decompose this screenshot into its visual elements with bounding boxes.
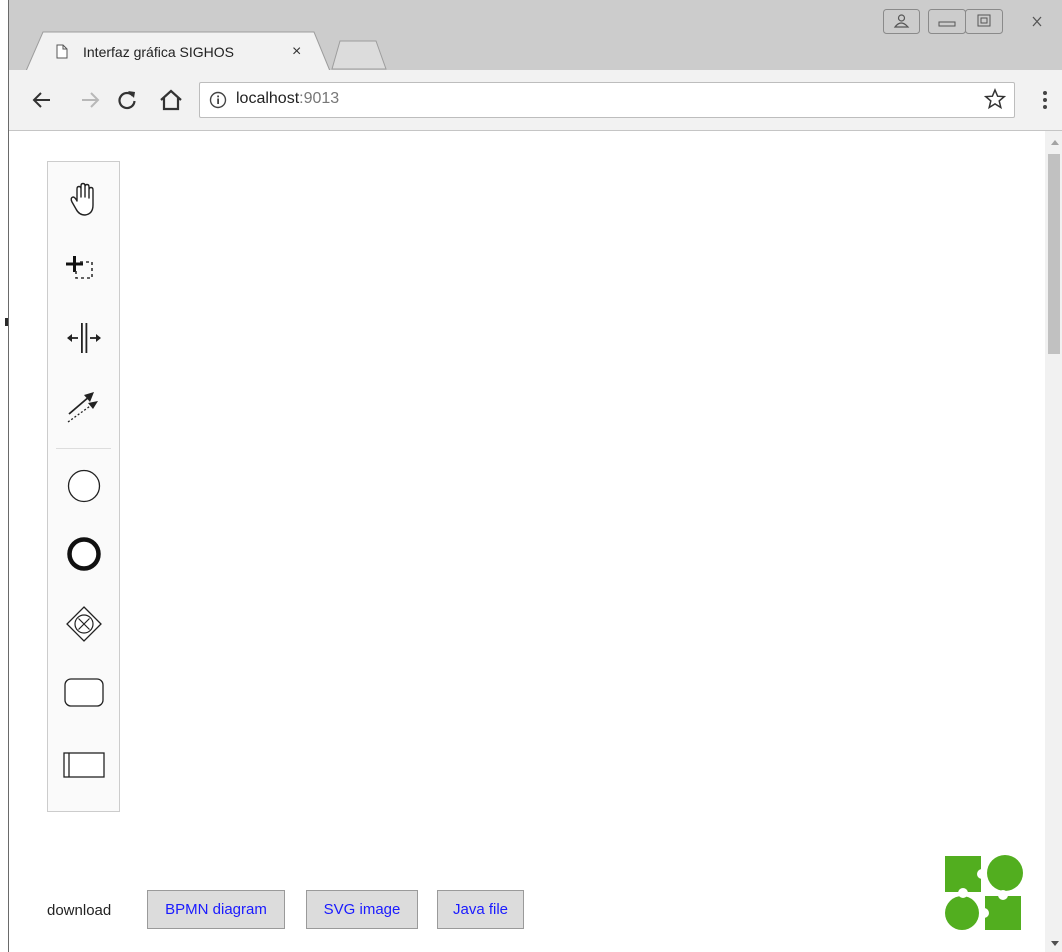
close-window-button xyxy=(1032,16,1042,27)
download-label: download xyxy=(47,902,112,919)
sighos-logo xyxy=(945,855,1023,930)
profile-button xyxy=(883,9,920,34)
page-icon xyxy=(56,44,68,59)
window-border xyxy=(8,0,9,952)
tab-close-button[interactable]: × xyxy=(292,43,301,61)
hand-icon xyxy=(70,182,94,216)
minimize-button xyxy=(928,9,966,34)
url-host: localhost xyxy=(236,90,300,107)
participant[interactable] xyxy=(60,740,108,788)
window-edge-mark xyxy=(5,318,8,326)
end-event[interactable] xyxy=(60,530,108,578)
bookmark-star-icon[interactable] xyxy=(984,88,1006,110)
scroll-down-arrow-icon[interactable] xyxy=(1050,940,1060,948)
global-connect-tool[interactable] xyxy=(60,382,108,430)
reload-icon[interactable] xyxy=(115,88,139,112)
start-event[interactable] xyxy=(60,462,108,510)
java-file-button[interactable]: Java file xyxy=(437,890,524,929)
lasso-tool[interactable] xyxy=(60,246,108,294)
palette-separator xyxy=(56,448,111,449)
hand-tool[interactable] xyxy=(60,176,108,224)
back-arrow-icon[interactable] xyxy=(30,88,54,112)
scroll-up-arrow-icon[interactable] xyxy=(1050,138,1060,146)
maximize-button xyxy=(965,9,1003,34)
svg-image-button[interactable]: SVG image xyxy=(306,890,418,929)
participant-icon xyxy=(63,752,105,778)
tab-title: Interfaz gráfica SIGHOS xyxy=(83,44,234,60)
exclusive-gateway[interactable] xyxy=(60,600,108,648)
url-text: localhost:9013 xyxy=(236,90,339,108)
url-port: :9013 xyxy=(299,90,340,107)
space-icon xyxy=(67,323,101,353)
task-icon xyxy=(64,678,104,707)
new-tab-button[interactable] xyxy=(330,39,390,71)
window-controls xyxy=(883,9,1042,34)
home-icon[interactable] xyxy=(158,88,184,112)
start-event-icon xyxy=(67,469,101,503)
scrollbar-thumb[interactable] xyxy=(1048,154,1060,354)
gateway-xor-icon xyxy=(66,606,102,642)
lasso-icon xyxy=(66,256,93,279)
task[interactable] xyxy=(60,668,108,716)
info-icon[interactable] xyxy=(209,91,227,109)
menu-dots-icon[interactable] xyxy=(1041,90,1049,110)
space-tool[interactable] xyxy=(60,314,108,362)
end-event-icon xyxy=(67,537,101,571)
bpmn-diagram-button[interactable]: BPMN diagram xyxy=(147,890,285,929)
connect-icon xyxy=(67,392,98,423)
forward-arrow-icon[interactable] xyxy=(78,88,102,112)
